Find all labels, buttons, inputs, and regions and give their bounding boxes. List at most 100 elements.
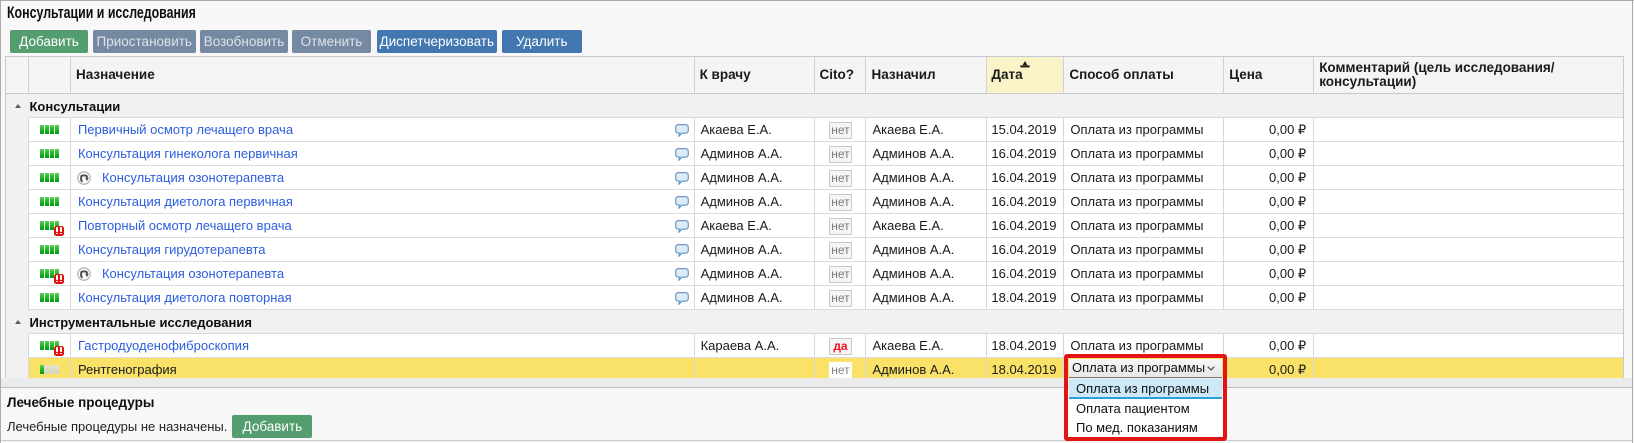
status-bar-segment-off bbox=[50, 365, 54, 374]
comment-bubble-icon[interactable] bbox=[675, 172, 689, 185]
header-payment[interactable]: Способ оплаты bbox=[1064, 57, 1224, 94]
status-bar-segment bbox=[50, 197, 54, 206]
collapse-triangle-icon[interactable] bbox=[15, 320, 21, 324]
row-price-cell: 0,00 ₽ bbox=[1224, 262, 1314, 286]
comment-bubble-icon[interactable] bbox=[675, 148, 689, 161]
header-name[interactable]: Назначение bbox=[71, 57, 695, 94]
appointment-link[interactable]: Рентгенография bbox=[77, 362, 177, 377]
status-bar-segment bbox=[50, 293, 54, 302]
delete-button[interactable]: Удалить bbox=[502, 30, 582, 53]
table-row[interactable]: Консультация диетолога первичная Админов… bbox=[6, 190, 1623, 214]
row-assigned-by-cell: Админов А.А. bbox=[866, 142, 987, 166]
appointment-name-wrap: Консультация диетолога первичная bbox=[77, 190, 694, 213]
cito-value: нет bbox=[829, 362, 852, 379]
appointment-link[interactable]: Повторный осмотр лечащего врача bbox=[77, 218, 292, 233]
row-payment-cell: Оплата из программы bbox=[1064, 190, 1224, 214]
header-assigned-by[interactable]: Назначил bbox=[866, 57, 987, 94]
consultations-pane: Консультации и исследования Добавить При… bbox=[0, 0, 1634, 443]
dropdown-option-3[interactable]: По мед. показаниям bbox=[1069, 418, 1222, 437]
header-price[interactable]: Цена bbox=[1224, 57, 1314, 94]
table-row[interactable]: Консультация озонотерапевта Админов А.А.… bbox=[6, 262, 1623, 286]
table-row[interactable]: Консультация диетолога повторная Админов… bbox=[6, 286, 1623, 310]
status-bar-segment bbox=[50, 245, 54, 254]
row-tree-cell bbox=[6, 334, 29, 358]
table-row[interactable]: Первичный осмотр лечащего врача Акаева Е… bbox=[6, 118, 1623, 142]
row-payment-cell: Оплата из программы bbox=[1064, 286, 1224, 310]
comment-bubble-icon[interactable] bbox=[675, 196, 689, 209]
cito-value: нет bbox=[829, 146, 852, 163]
status-bars-icon bbox=[40, 365, 59, 374]
appointment-link[interactable]: Первичный осмотр лечащего врача bbox=[77, 122, 293, 137]
table-row[interactable]: Гастродуоденофиброскопия Караева А.А. да… bbox=[6, 334, 1623, 358]
header-to-doctor[interactable]: К врачу bbox=[695, 57, 816, 94]
group-row-consultations[interactable]: Консультации bbox=[6, 94, 1623, 118]
comment-bubble-icon[interactable] bbox=[675, 244, 689, 257]
status-bar-segment bbox=[40, 293, 44, 302]
row-date-cell: 16.04.2019 bbox=[987, 238, 1064, 262]
payment-select[interactable]: Оплата из программы bbox=[1069, 359, 1222, 379]
row-price-cell: 0,00 ₽ bbox=[1224, 142, 1314, 166]
row-cito-cell: нет bbox=[815, 142, 866, 166]
comment-bubble-icon[interactable] bbox=[675, 292, 689, 305]
status-bar-segment bbox=[45, 197, 49, 206]
payment-select-value: Оплата из программы bbox=[1072, 360, 1205, 375]
appointment-link[interactable]: Консультация гирудотерапевта bbox=[77, 242, 266, 257]
row-date-cell: 15.04.2019 bbox=[987, 118, 1064, 142]
row-date-cell: 18.04.2019 bbox=[987, 334, 1064, 358]
table-row[interactable]: Консультация озонотерапевта Админов А.А.… bbox=[6, 166, 1623, 190]
cancel-button[interactable]: Отменить bbox=[292, 30, 371, 53]
table-row[interactable]: Консультация гинеколога первичная Админо… bbox=[6, 142, 1623, 166]
row-tree-cell bbox=[6, 118, 29, 142]
row-payment-cell: Оплата из программы bbox=[1064, 262, 1224, 286]
header-comment[interactable]: Комментарий (цель исследования/консульта… bbox=[1314, 57, 1623, 94]
table-row[interactable]: Консультация гирудотерапевта Админов А.А… bbox=[6, 238, 1623, 262]
pane-top-border bbox=[0, 0, 1634, 1]
comment-bubble-icon[interactable] bbox=[675, 124, 689, 137]
cito-value: нет bbox=[829, 122, 852, 139]
row-cito-cell: нет bbox=[815, 118, 866, 142]
row-comment-cell bbox=[1314, 118, 1623, 142]
table-bottom-gap bbox=[1, 378, 1632, 387]
warning-dot bbox=[60, 353, 62, 355]
dropdown-option-1[interactable]: Оплата из программы bbox=[1069, 379, 1222, 399]
appointment-link[interactable]: Консультация диетолога первичная bbox=[77, 194, 293, 209]
cito-value: нет bbox=[829, 194, 852, 211]
row-comment-cell bbox=[1314, 166, 1623, 190]
collapse-triangle-icon[interactable] bbox=[15, 104, 21, 108]
appointment-link[interactable]: Консультация озонотерапевта bbox=[101, 266, 284, 281]
comment-bubble-icon[interactable] bbox=[675, 268, 689, 281]
row-cito-cell: нет bbox=[815, 214, 866, 238]
resume-button[interactable]: Возобновить bbox=[200, 30, 288, 53]
row-to-doctor-cell: Админов А.А. bbox=[695, 262, 816, 286]
row-comment-cell bbox=[1314, 190, 1623, 214]
warning-icon bbox=[54, 274, 64, 284]
row-cito-cell: нет bbox=[815, 166, 866, 190]
row-assigned-by-cell: Админов А.А. bbox=[866, 262, 987, 286]
warning-dot bbox=[60, 281, 62, 283]
status-bar-segment bbox=[45, 269, 49, 278]
group-row-instrumental[interactable]: Инструментальные исследования bbox=[6, 310, 1623, 334]
row-comment-cell bbox=[1314, 262, 1623, 286]
warning-mark bbox=[60, 275, 62, 280]
appointment-link[interactable]: Консультация диетолога повторная bbox=[77, 290, 292, 305]
dispatch-button[interactable]: Диспетчеризовать bbox=[377, 30, 498, 53]
header-cito[interactable]: Cito? bbox=[815, 57, 866, 94]
add-button[interactable]: Добавить bbox=[10, 30, 88, 53]
dropdown-option-2[interactable]: Оплата пациентом bbox=[1069, 399, 1222, 418]
appointment-link[interactable]: Консультация гинеколога первичная bbox=[77, 146, 298, 161]
page-title: Консультации и исследования bbox=[7, 4, 196, 23]
header-date[interactable]: Дата bbox=[987, 57, 1064, 94]
status-bars-icon bbox=[40, 341, 59, 350]
status-bar-segment bbox=[40, 341, 44, 350]
status-bar-segment bbox=[45, 293, 49, 302]
status-bar-segment bbox=[55, 173, 59, 182]
procedures-add-button[interactable]: Добавить bbox=[232, 415, 312, 438]
appointment-link[interactable]: Консультация озонотерапевта bbox=[101, 170, 284, 185]
comment-bubble-icon[interactable] bbox=[675, 220, 689, 233]
table-row[interactable]: Повторный осмотр лечащего врача Акаева Е… bbox=[6, 214, 1623, 238]
row-tree-cell bbox=[6, 166, 29, 190]
pause-button[interactable]: Приостановить bbox=[93, 30, 197, 53]
row-price-cell: 0,00 ₽ bbox=[1224, 334, 1314, 358]
appointment-link[interactable]: Гастродуоденофиброскопия bbox=[77, 338, 249, 353]
row-to-doctor-cell: Акаева Е.А. bbox=[695, 118, 816, 142]
